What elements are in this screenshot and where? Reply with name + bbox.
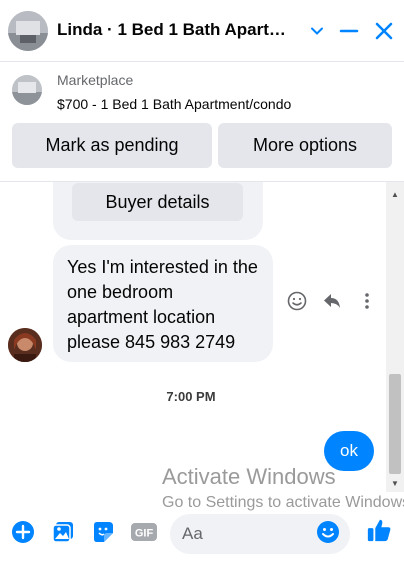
listing-title[interactable]: $700 - 1 Bed 1 Bath Apartment/condo <box>57 96 291 112</box>
scrollbar-thumb[interactable] <box>389 374 401 474</box>
marketplace-banner: Marketplace $700 - 1 Bed 1 Bath Apartmen… <box>0 62 404 182</box>
chevron-down-icon[interactable] <box>304 18 330 44</box>
minimize-icon[interactable] <box>336 18 362 44</box>
listing-thumbnail[interactable] <box>12 75 42 105</box>
mark-as-pending-button[interactable]: Mark as pending <box>12 123 212 168</box>
plus-circle-icon[interactable] <box>10 519 36 545</box>
scroll-up-arrow-icon[interactable]: ▲ <box>386 188 404 200</box>
chat-header: Linda · 1 Bed 1 Bath Apart… <box>0 0 404 62</box>
chat-scrollbar[interactable]: ▲ ▼ <box>386 182 404 492</box>
message-timestamp: 7:00 PM <box>166 389 216 404</box>
listing-avatar[interactable] <box>8 11 48 51</box>
like-thumbs-up-icon[interactable] <box>366 517 392 543</box>
buyer-details-button[interactable]: Buyer details <box>72 183 243 221</box>
more-options-button[interactable]: More options <box>218 123 392 168</box>
react-emoji-icon[interactable] <box>286 290 308 312</box>
sticker-icon[interactable] <box>90 519 116 545</box>
scroll-down-arrow-icon[interactable]: ▼ <box>386 477 404 489</box>
incoming-message: Yes I'm interested in the one bedroom ap… <box>53 245 273 362</box>
more-vertical-icon[interactable] <box>356 290 378 312</box>
message-thread[interactable]: Buyer details Yes I'm interested in the … <box>0 182 404 507</box>
close-icon[interactable] <box>371 18 397 44</box>
emoji-icon[interactable] <box>315 519 341 545</box>
sender-avatar[interactable] <box>8 328 42 362</box>
reply-icon[interactable] <box>321 290 343 312</box>
outgoing-message: ok <box>324 431 374 471</box>
gif-label: GIF <box>135 528 154 540</box>
photo-icon[interactable] <box>50 519 76 545</box>
message-composer: GIF <box>0 507 404 565</box>
marketplace-label: Marketplace <box>57 72 134 88</box>
gif-icon[interactable]: GIF <box>130 519 158 545</box>
chat-title[interactable]: Linda · 1 Bed 1 Bath Apart… <box>57 20 297 40</box>
